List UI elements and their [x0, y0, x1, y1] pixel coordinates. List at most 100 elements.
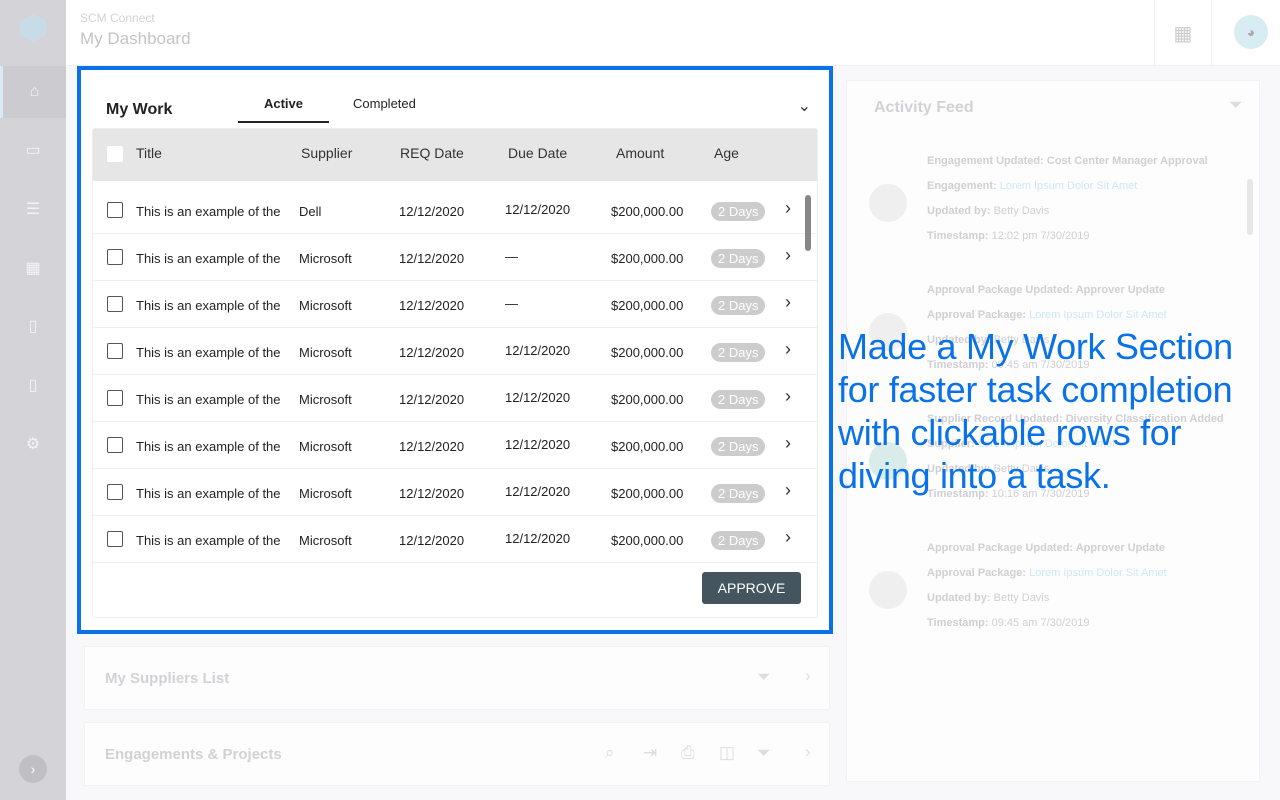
col-due-date: Due Date [508, 145, 568, 161]
row-req-date: 12/12/2020 [399, 204, 465, 219]
table-row[interactable]: This is an example of the Microsoft 12/1… [93, 375, 817, 422]
feed-link[interactable]: Lorem Ipsum Dolor Sit Amet [1000, 180, 1138, 192]
table-row[interactable]: This is an example of the Microsoft 12/1… [93, 281, 817, 328]
feed-title: Activity Feed [874, 99, 974, 116]
feed-label: Engagement: [927, 180, 997, 192]
age-badge: 2 Days [711, 531, 766, 550]
feed-heading: Approval Package Updated: Approver Updat… [927, 542, 1165, 554]
print-icon[interactable]: ⎙ [681, 743, 695, 763]
row-amount: $200,000.00 [611, 345, 684, 360]
row-checkbox[interactable] [107, 531, 123, 547]
row-supplier: Dell [299, 204, 322, 219]
age-badge: 2 Days [711, 249, 766, 268]
approve-button[interactable]: APPROVE [702, 572, 801, 604]
row-due-date: 12/12/2020 [505, 390, 571, 405]
filter-icon[interactable]: ⏷ [1229, 95, 1243, 115]
row-checkbox[interactable] [107, 343, 123, 359]
row-title: This is an example of the [136, 439, 281, 454]
table-row[interactable]: This is an example of the Dell 12/12/202… [93, 187, 817, 234]
chevron-right-icon[interactable]: › [785, 386, 791, 407]
feed-by-label: Updated by: [927, 592, 991, 604]
row-due-date: — [505, 296, 518, 311]
engagements-card[interactable]: Engagements & Projects ⌕ ⇥ ⎙ ◫ ⏷ › [84, 722, 830, 786]
chevron-right-icon[interactable]: › [785, 292, 791, 313]
dashboard-icon[interactable]: ▭ [0, 124, 66, 176]
tasks-icon[interactable]: ☰ [0, 183, 66, 235]
feed-by: Betty Davis [993, 592, 1050, 604]
select-all-checkbox[interactable] [107, 146, 123, 162]
row-title: This is an example of the [136, 533, 281, 548]
chevron-right-icon[interactable]: › [785, 433, 791, 454]
table-row[interactable]: This is an example of the Microsoft 12/1… [93, 516, 817, 563]
feed-by: Betty Davis [993, 205, 1050, 217]
reports-icon[interactable]: ▯ [0, 359, 66, 411]
chevron-down-icon[interactable]: ⌄ [798, 96, 811, 116]
page-title: My Dashboard [80, 29, 191, 48]
search-icon[interactable]: ⌕ [605, 743, 615, 763]
row-amount: $200,000.00 [611, 298, 684, 313]
table-icon[interactable]: ▦ [0, 242, 66, 294]
chevron-right-icon[interactable]: › [785, 339, 791, 360]
row-checkbox[interactable] [107, 484, 123, 500]
feed-heading: Engagement Updated: Cost Center Manager … [927, 155, 1208, 167]
apps-grid-icon[interactable]: ▦ [1154, 0, 1212, 66]
row-req-date: 12/12/2020 [399, 251, 465, 266]
feed-ts: 12:02 pm 7/30/2019 [991, 230, 1090, 242]
age-badge: 2 Days [711, 484, 766, 503]
contacts-icon[interactable]: ▯ [0, 300, 66, 352]
row-due-date: 12/12/2020 [505, 343, 571, 358]
row-supplier: Microsoft [299, 439, 352, 454]
app-name: SCM Connect [80, 11, 155, 25]
row-title: This is an example of the [136, 345, 281, 360]
row-req-date: 12/12/2020 [399, 439, 465, 454]
feed-link[interactable]: Lorem Ipsum Dolor Sit Amet [1029, 567, 1167, 579]
row-checkbox[interactable] [107, 296, 123, 312]
chevron-right-icon[interactable]: › [785, 480, 791, 501]
tab-completed[interactable]: Completed [353, 96, 416, 123]
age-badge: 2 Days [711, 437, 766, 456]
row-title: This is an example of the [136, 251, 281, 266]
feed-avatar [869, 571, 907, 609]
table-row[interactable]: This is an example of the Microsoft 12/1… [93, 234, 817, 281]
row-checkbox[interactable] [107, 249, 123, 265]
row-amount: $200,000.00 [611, 439, 684, 454]
chevron-right-icon[interactable]: › [805, 742, 811, 762]
feed-label: Approval Package: [927, 309, 1027, 321]
col-age: Age [714, 145, 739, 161]
row-due-date: 12/12/2020 [505, 202, 571, 217]
chevron-right-icon[interactable]: › [785, 198, 791, 219]
table-row[interactable]: This is an example of the Microsoft 12/1… [93, 469, 817, 516]
row-supplier: Microsoft [299, 345, 352, 360]
home-icon[interactable]: ⌂ [0, 66, 66, 118]
avatar[interactable]: ◕ [1234, 15, 1268, 49]
table-row[interactable]: This is an example of the Microsoft 12/1… [93, 328, 817, 375]
expand-sidebar-button[interactable]: › [19, 755, 47, 783]
age-badge: 2 Days [711, 343, 766, 362]
row-amount: $200,000.00 [611, 204, 684, 219]
feed-by-label: Updated by: [927, 205, 991, 217]
export-icon[interactable]: ⇥ [643, 743, 657, 763]
settings-icon[interactable]: ⚙ [0, 418, 66, 470]
row-req-date: 12/12/2020 [399, 392, 465, 407]
row-amount: $200,000.00 [611, 251, 684, 266]
filter-icon[interactable]: ⏷ [757, 743, 771, 763]
row-due-date: 12/12/2020 [505, 484, 571, 499]
suppliers-card[interactable]: My Suppliers List ⏷ › [84, 646, 830, 710]
row-checkbox[interactable] [107, 390, 123, 406]
chevron-right-icon[interactable]: › [785, 527, 791, 548]
suppliers-title: My Suppliers List [105, 670, 230, 687]
row-checkbox[interactable] [107, 202, 123, 218]
chevron-right-icon[interactable]: › [805, 666, 811, 686]
table-scrollbar[interactable] [805, 195, 811, 251]
feed-link[interactable]: Lorem Ipsum Dolor Sit Amet [1029, 309, 1167, 321]
chevron-right-icon[interactable]: › [785, 245, 791, 266]
row-title: This is an example of the [136, 486, 281, 501]
filter-icon[interactable]: ⏷ [757, 667, 771, 687]
feed-scrollbar[interactable] [1247, 179, 1253, 235]
tab-active[interactable]: Active [238, 96, 329, 123]
table-row[interactable]: This is an example of the Microsoft 12/1… [93, 422, 817, 469]
columns-icon[interactable]: ◫ [719, 743, 735, 763]
row-checkbox[interactable] [107, 437, 123, 453]
age-badge: 2 Days [711, 390, 766, 409]
col-req-date: REQ Date [400, 145, 464, 161]
